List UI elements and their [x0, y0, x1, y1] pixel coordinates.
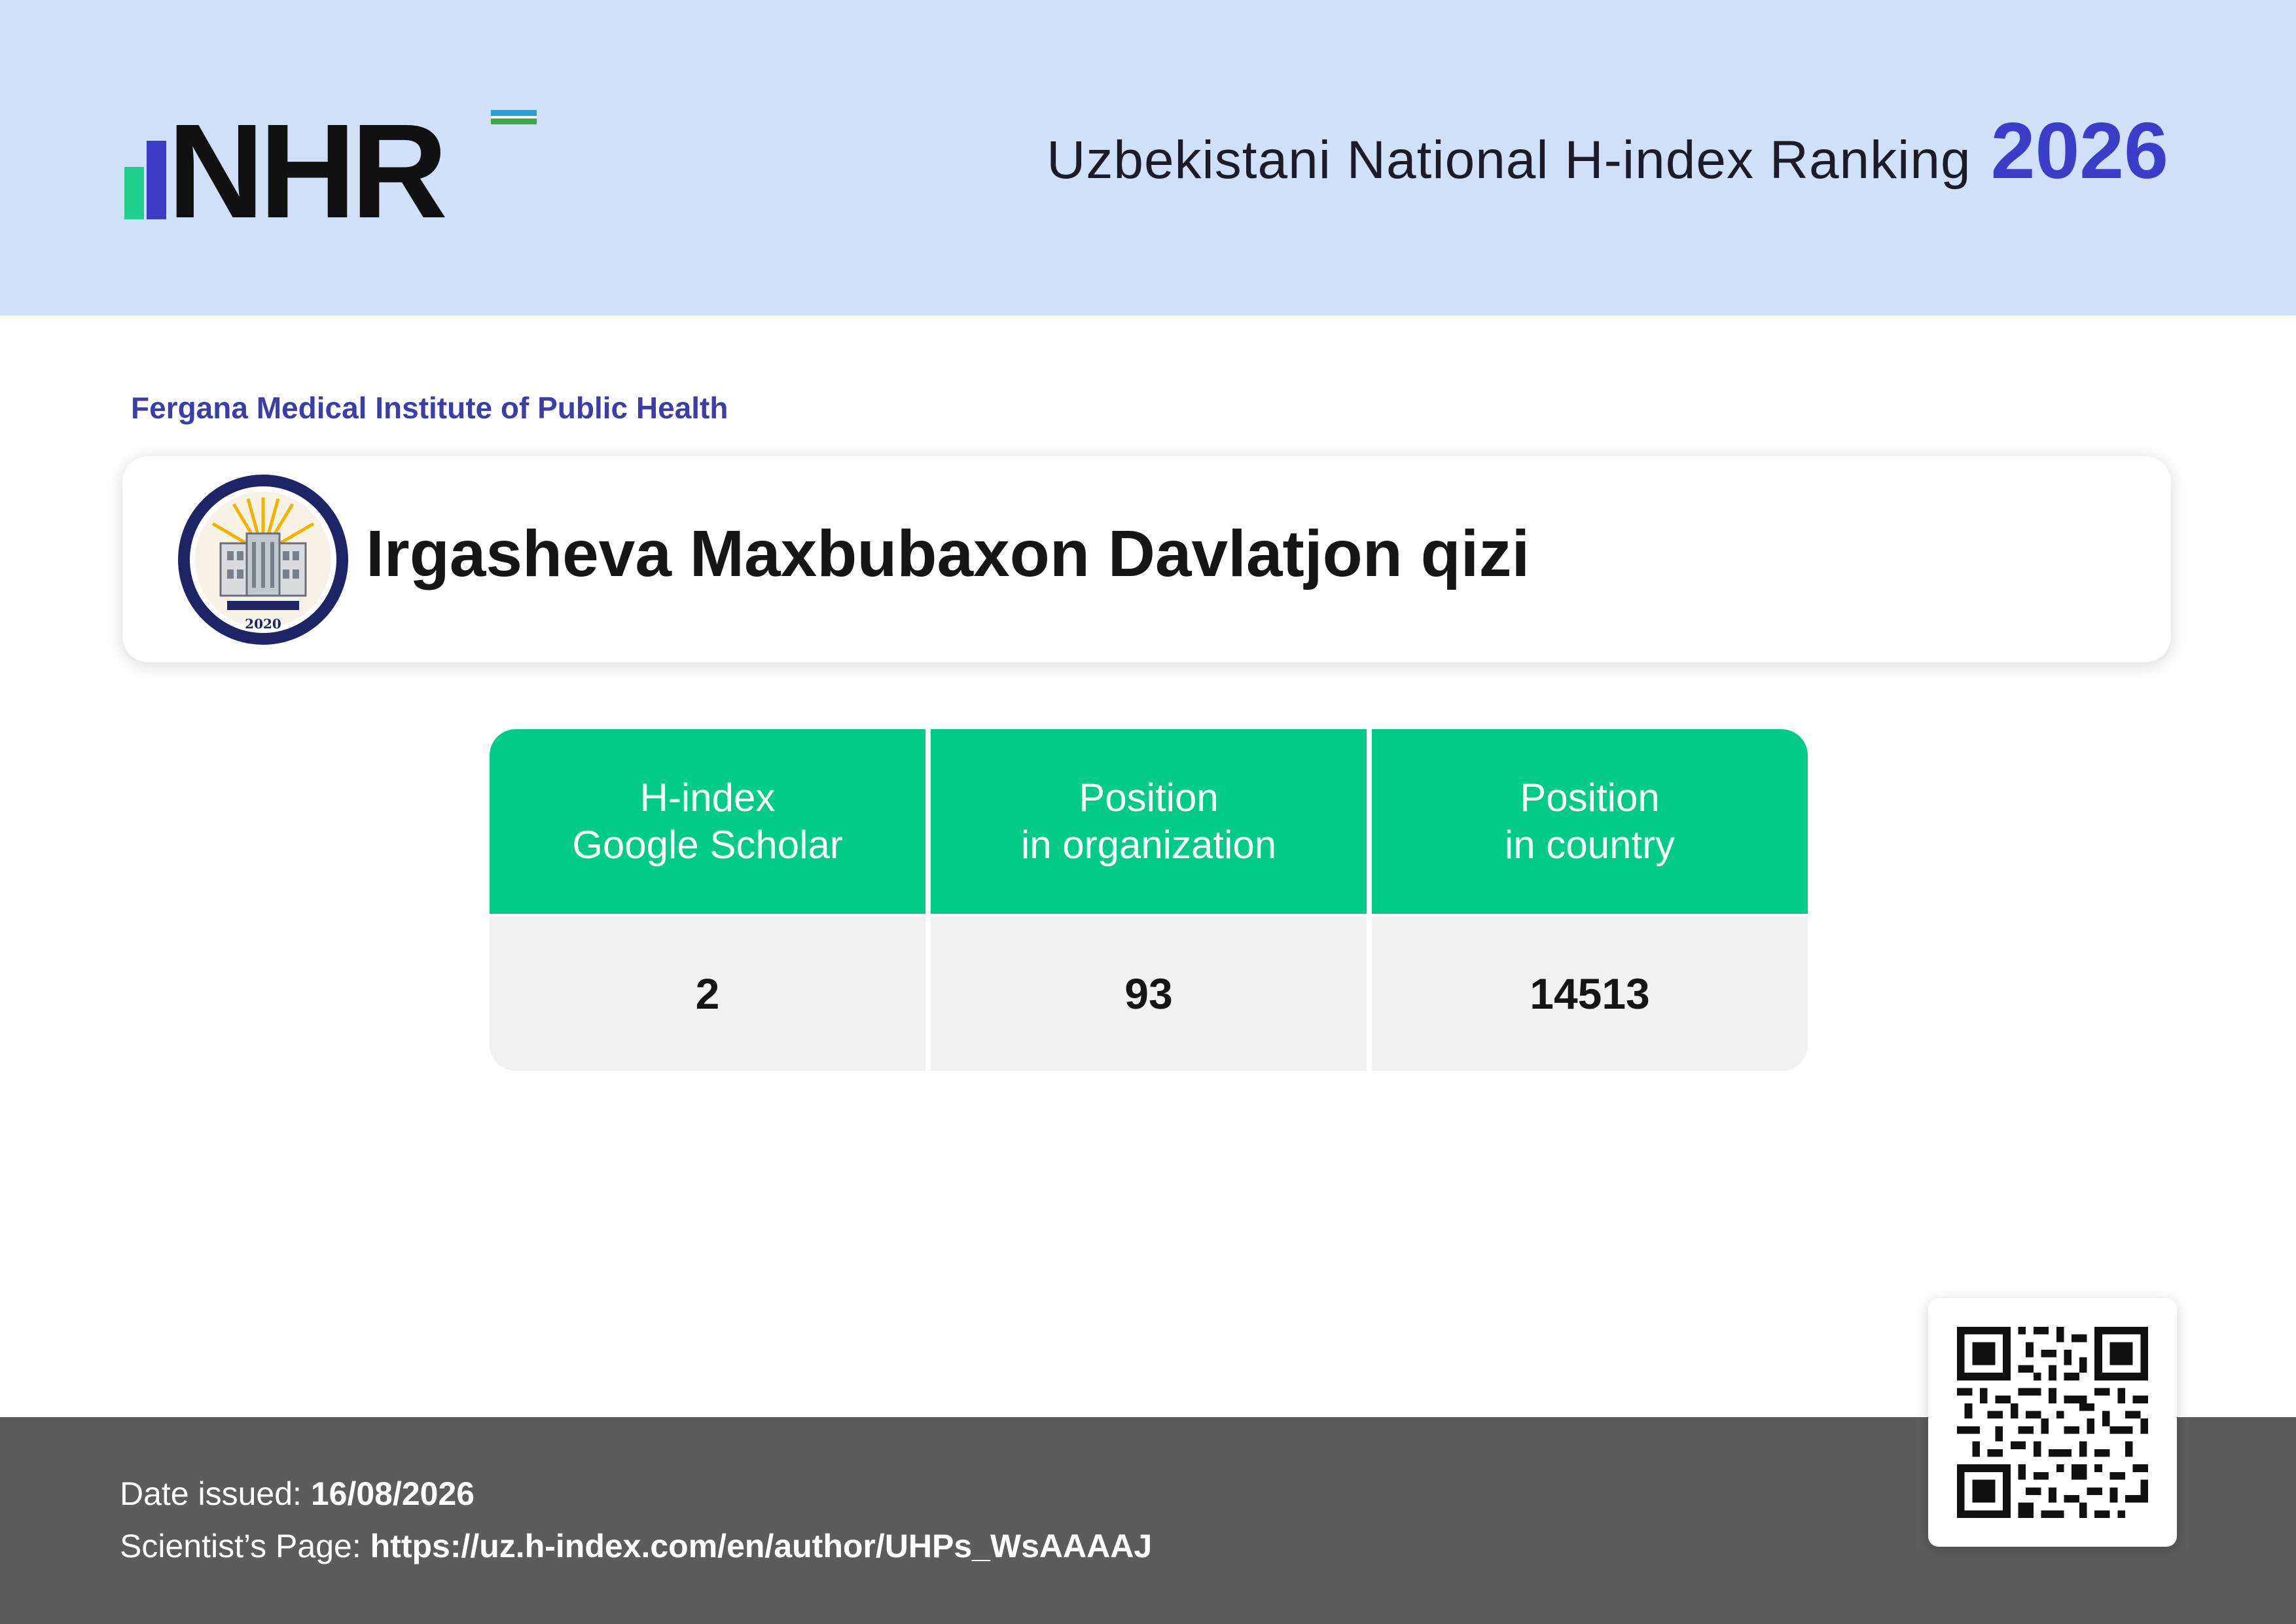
metric-header-line: in country [1504, 823, 1676, 867]
metric-value-country-position: 14513 [1372, 916, 1808, 1071]
metric-value-h-index: 2 [490, 916, 925, 1071]
organization-name: Fergana Medical Institute of Public Heal… [131, 391, 728, 425]
nhr-logo: NHR [124, 105, 543, 223]
date-issued-line: Date issued: 16/08/2026 [120, 1475, 475, 1513]
emblem-year: 2020 [245, 616, 281, 632]
ranking-title: Uzbekistani National H-index Ranking 202… [1047, 105, 2168, 196]
ranking-year: 2026 [1990, 106, 2168, 195]
metric-header-line: Position [1079, 776, 1219, 820]
metric-value-organization-position: 93 [931, 916, 1367, 1071]
date-issued-value: 16/08/2026 [310, 1475, 475, 1512]
metric-header-line: Google Scholar [572, 823, 843, 867]
date-issued-label: Date issued: [120, 1475, 302, 1512]
qr-code[interactable] [1957, 1327, 2148, 1518]
metric-header-line: in organization [1020, 823, 1277, 867]
scientist-card: 2020 Irgasheva Maxbubaxon Davlatjon qizi [122, 456, 2171, 662]
scientist-page-line: Scientist’s Page: https://uz.h-index.com… [120, 1527, 1152, 1565]
metrics-table: H-index Google Scholar Position in organ… [490, 729, 1808, 1071]
metric-header-line: H-index [639, 776, 776, 820]
scientist-page-label: Scientist’s Page: [120, 1528, 361, 1564]
metric-header-h-index: H-index Google Scholar [490, 729, 925, 916]
nhr-logo-graphic: NHR [124, 105, 537, 223]
scientist-page-link[interactable]: https://uz.h-index.com/en/author/UHPs_Ws… [370, 1528, 1153, 1564]
metric-header-organization-position: Position in organization [931, 729, 1367, 916]
metric-header-country-position: Position in country [1372, 729, 1808, 916]
institute-emblem-graphic: 2020 [178, 475, 348, 645]
metric-header-line: Position [1520, 776, 1660, 820]
institute-emblem: 2020 [175, 471, 351, 648]
scientist-name: Irgasheva Maxbubaxon Davlatjon qizi [366, 517, 1530, 590]
logo-text: NHR [168, 105, 445, 223]
header-band: NHR Uzbekistani National H-index Ranking… [0, 0, 2296, 316]
qr-code-card[interactable] [1928, 1298, 2177, 1547]
ranking-title-text: Uzbekistani National H-index Ranking [1047, 130, 1971, 190]
